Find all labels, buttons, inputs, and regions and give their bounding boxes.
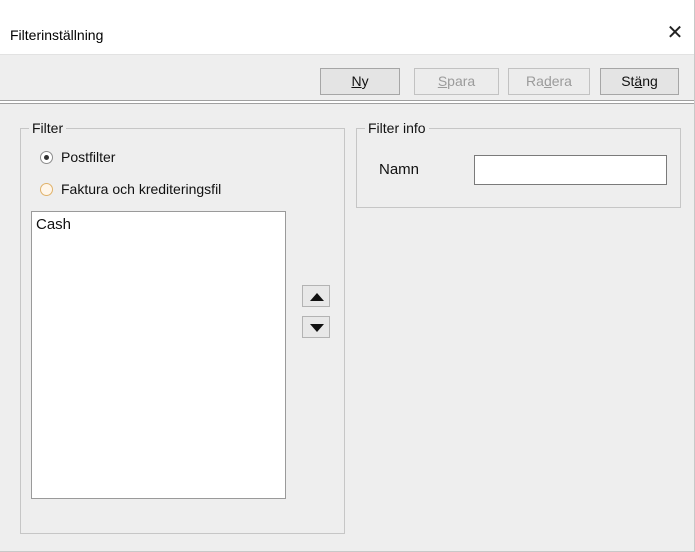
radio-postfilter[interactable]: Postfilter	[40, 147, 115, 167]
new-button[interactable]: Ny	[320, 68, 400, 95]
filter-group-legend: Filter	[29, 119, 67, 137]
radio-invoice-credit-label: Faktura och krediteringsfil	[61, 181, 222, 197]
radio-invoice-credit-filter[interactable]: Faktura och krediteringsfil	[40, 179, 221, 199]
filter-list[interactable]: Cash	[31, 211, 286, 499]
triangle-up-icon	[310, 293, 324, 301]
delete-button[interactable]: Radera	[508, 68, 590, 95]
triangle-down-icon	[310, 324, 324, 332]
radio-checked-icon[interactable]	[40, 150, 53, 164]
radio-unchecked-icon[interactable]	[40, 182, 53, 196]
name-label: Namn	[379, 161, 420, 178]
name-field[interactable]	[474, 155, 667, 185]
move-up-button[interactable]	[302, 285, 330, 307]
window-title: Filterinställning	[10, 27, 104, 43]
title-bar: Filterinställning ✕	[0, 0, 694, 54]
filter-info-legend: Filter info	[365, 119, 429, 137]
radio-postfilter-label: Postfilter	[61, 149, 116, 165]
toolbar-separator	[0, 100, 694, 104]
close-button[interactable]: Stäng	[600, 68, 679, 95]
filter-settings-dialog: Filterinställning ✕ Ny Spara Radera Stän…	[0, 0, 695, 552]
close-icon[interactable]: ✕	[664, 22, 686, 44]
toolbar: Ny Spara Radera Stäng	[0, 54, 694, 101]
save-button[interactable]: Spara	[414, 68, 499, 95]
move-down-button[interactable]	[302, 316, 330, 338]
list-item[interactable]: Cash	[32, 212, 285, 234]
